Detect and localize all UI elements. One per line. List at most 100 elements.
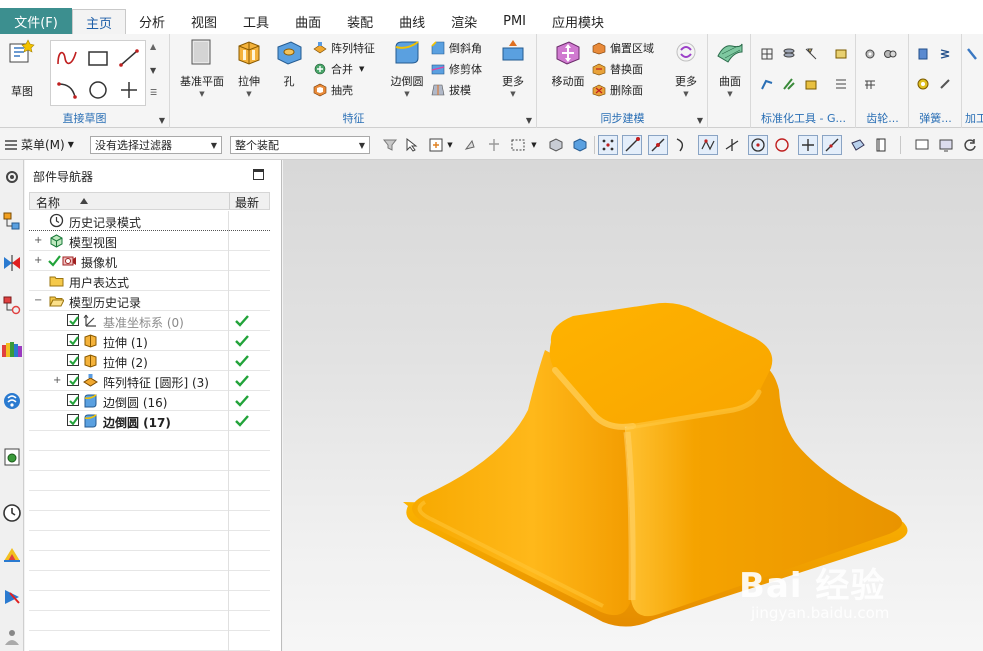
offset-region-button[interactable]: 偏置区域 — [592, 38, 654, 58]
shell-button[interactable]: 抽壳 — [313, 80, 353, 100]
tab-curve[interactable]: 曲线 — [386, 8, 438, 34]
rectangle-select-dropdown[interactable]: ▼ — [528, 135, 540, 155]
visibility-checkbox[interactable] — [67, 354, 79, 366]
snap-quadrant-icon[interactable] — [772, 135, 792, 155]
std-tool-5[interactable] — [782, 74, 800, 94]
tab-pmi[interactable]: PMI — [490, 8, 539, 34]
tab-file[interactable]: 文件(F) — [0, 8, 72, 34]
std-tool-3[interactable] — [804, 44, 822, 64]
datum-plane-button[interactable]: 基准平面 ▼ — [177, 38, 227, 98]
select-faces-icon[interactable] — [546, 135, 566, 155]
gallery-scroll-up[interactable]: ▲ — [150, 42, 156, 51]
delete-face-button[interactable]: 删除面 — [592, 80, 643, 100]
arc-tool[interactable] — [53, 77, 81, 103]
spring-tool-3[interactable] — [916, 74, 934, 94]
expand-icon[interactable]: + — [53, 375, 61, 386]
spring-tool-4[interactable] — [938, 74, 956, 94]
assembly-scope-select[interactable]: 整个装配 ▼ — [230, 136, 370, 154]
resource-roles[interactable] — [0, 624, 24, 650]
tree-row-edge-blend-17[interactable]: 边倒圆 (17) — [29, 411, 270, 431]
resource-assembly-navigator[interactable] — [0, 208, 24, 234]
graphics-viewport[interactable]: Bai 经验 jingyan.baidu.com — [283, 160, 983, 651]
chamfer-button[interactable]: 倒斜角 — [431, 38, 482, 58]
resource-palette[interactable] — [0, 542, 24, 568]
column-name-header[interactable]: 名称 — [36, 194, 60, 211]
gallery-more[interactable]: ☰ — [150, 88, 157, 97]
circle-tool[interactable] — [84, 77, 112, 103]
snap-points-icon[interactable] — [598, 135, 618, 155]
group-sync-modeling-arrow[interactable]: ▼ — [697, 116, 703, 125]
resource-part-navigator[interactable] — [0, 292, 24, 318]
spring-tool-1[interactable] — [916, 44, 934, 64]
view-tool-icon[interactable] — [912, 135, 932, 155]
column-latest-header[interactable]: 最新 — [235, 194, 259, 211]
std-tool-1[interactable] — [760, 44, 778, 64]
select-bodies-icon[interactable] — [570, 135, 590, 155]
edge-blend-button[interactable]: 边倒圆 ▼ — [385, 38, 429, 98]
tree-row-edge-blend-16[interactable]: 边倒圆 (16) — [29, 391, 270, 411]
snap-icon[interactable] — [460, 135, 480, 155]
tree-row-user-expressions[interactable]: 用户表达式 — [29, 271, 270, 291]
resource-settings[interactable] — [0, 164, 24, 190]
select-box-icon[interactable] — [426, 135, 446, 155]
tree-row-extrude-1[interactable]: 拉伸 (1) — [29, 331, 270, 351]
sync-more-button[interactable]: 更多 ▼ — [668, 38, 704, 98]
std-tool-4[interactable] — [760, 74, 778, 94]
tree-row-datum-csys[interactable]: 基准坐标系 (0) — [29, 311, 270, 331]
snap-on-face-icon[interactable] — [848, 135, 868, 155]
general-selection-icon[interactable] — [402, 135, 422, 155]
std-tool-7[interactable] — [834, 44, 852, 64]
std-tool-2[interactable] — [782, 44, 800, 64]
collapse-icon[interactable]: − — [34, 295, 42, 306]
tree-row-model-history[interactable]: − 模型历史记录 — [29, 291, 270, 311]
std-tool-6[interactable] — [804, 74, 822, 94]
sketch-button[interactable]: 草图 — [4, 38, 40, 99]
snap-control-point-icon[interactable] — [698, 135, 718, 155]
pattern-feature-button[interactable]: 阵列特征 — [313, 38, 375, 58]
snap-curve-icon[interactable] — [672, 135, 692, 155]
draft-button[interactable]: 拔模 — [431, 80, 471, 100]
spring-tool-2[interactable] — [938, 44, 956, 64]
menu-button[interactable]: 菜单(M) ▼ — [4, 136, 74, 153]
unite-button[interactable]: 合并 ▼ — [313, 59, 364, 79]
group-direct-sketch-arrow[interactable]: ▼ — [159, 116, 165, 125]
tab-app-modules[interactable]: 应用模块 — [539, 8, 617, 34]
visibility-checkbox[interactable] — [67, 414, 79, 426]
tab-view[interactable]: 视图 — [178, 8, 230, 34]
tab-assembly[interactable]: 装配 — [334, 8, 386, 34]
visibility-checkbox[interactable] — [67, 314, 79, 326]
maximize-icon[interactable] — [253, 169, 264, 180]
extrude-button[interactable]: 拉伸 ▼ — [229, 38, 269, 98]
tab-analysis[interactable]: 分析 — [126, 8, 178, 34]
gear-tool-1[interactable] — [863, 44, 881, 64]
tree-row-history-mode[interactable]: 历史记录模式 — [29, 211, 270, 231]
snap-on-curve-icon[interactable] — [822, 135, 842, 155]
std-tool-8[interactable] — [834, 74, 852, 94]
snap-midpoint-icon[interactable] — [648, 135, 668, 155]
type-filter-select[interactable]: 没有选择过滤器 ▼ — [90, 136, 222, 154]
group-feature-arrow[interactable]: ▼ — [526, 116, 532, 125]
tab-home[interactable]: 主页 — [72, 9, 127, 34]
resource-history[interactable] — [0, 500, 24, 526]
line-tool[interactable] — [115, 45, 143, 71]
move-face-button[interactable]: 移动面 — [546, 38, 590, 89]
resource-constraint-navigator[interactable] — [0, 250, 24, 276]
resource-web-browser[interactable] — [0, 444, 24, 470]
visibility-checkbox[interactable] — [67, 334, 79, 346]
surface-button[interactable]: 曲面 ▼ — [713, 38, 747, 98]
rectangle-select-icon[interactable] — [508, 135, 528, 155]
gallery-dropdown[interactable]: ▼ — [150, 66, 156, 75]
resource-reuse-library[interactable] — [0, 336, 24, 362]
rectangle-tool[interactable] — [84, 45, 112, 71]
snap-arc-center-icon[interactable] — [748, 135, 768, 155]
expand-icon[interactable]: + — [34, 235, 42, 246]
tab-render[interactable]: 渲染 — [438, 8, 490, 34]
select-feature-icon[interactable] — [484, 135, 504, 155]
visibility-checkbox[interactable] — [67, 374, 79, 386]
expand-icon[interactable]: + — [34, 255, 42, 266]
trim-body-button[interactable]: 修剪体 — [431, 59, 482, 79]
replace-face-button[interactable]: 替换面 — [592, 59, 643, 79]
feature-more-button[interactable]: 更多 ▼ — [493, 38, 533, 98]
tree-row-cameras[interactable]: + 摄像机 — [29, 251, 270, 271]
select-filter-icon[interactable] — [380, 135, 400, 155]
